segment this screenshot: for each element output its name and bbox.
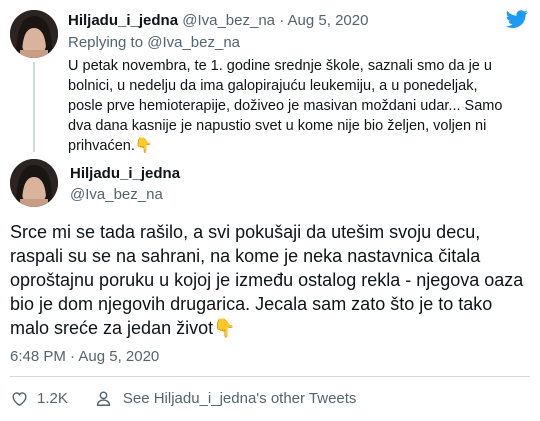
tweet-actions: 1.2K See Hiljadu_i_jedna's other Tweets — [10, 386, 356, 410]
main-tweet-text: Srce mi se tada rašilo, a svi pokušaji d… — [10, 220, 530, 341]
heart-icon — [12, 391, 27, 406]
reply-tweet-header: Hiljadu_i_jedna @Iva_bez_na · Aug 5, 202… — [68, 12, 368, 30]
replying-to-label[interactable]: Replying to @Iva_bez_na — [68, 34, 240, 52]
pointing-down-emoji: 👇 — [134, 138, 153, 154]
avatar-photo-icon — [10, 10, 58, 58]
avatar[interactable] — [10, 10, 58, 58]
reply-tweet-body: U petak novembra, te 1. godine srednje š… — [68, 58, 503, 154]
tweet-embed-card: Hiljadu_i_jedna @Iva_bez_na · Aug 5, 202… — [0, 0, 540, 421]
like-count: 1.2K — [37, 389, 68, 407]
tweet-timestamp[interactable]: 6:48 PM · Aug 5, 2020 — [10, 348, 159, 366]
twitter-bird-icon[interactable] — [506, 8, 528, 30]
person-icon — [96, 390, 111, 406]
avatar-photo-icon — [10, 159, 58, 207]
separator-dot: · — [279, 12, 285, 29]
reply-tweet-text: U petak novembra, te 1. godine srednje š… — [68, 56, 516, 156]
display-name[interactable]: Hiljadu_i_jedna — [70, 165, 180, 183]
thread-connector-line — [33, 62, 35, 152]
see-other-tweets-label: See Hiljadu_i_jedna's other Tweets — [122, 389, 357, 407]
divider — [10, 376, 530, 377]
like-button[interactable]: 1.2K — [10, 389, 68, 408]
see-other-tweets-link[interactable]: See Hiljadu_i_jedna's other Tweets — [94, 389, 357, 408]
tweet-date[interactable]: Aug 5, 2020 — [288, 12, 369, 29]
avatar[interactable] — [10, 159, 58, 207]
pointing-down-emoji: 👇 — [213, 318, 236, 339]
reply-tweet[interactable]: Hiljadu_i_jedna @Iva_bez_na · Aug 5, 202… — [0, 0, 540, 157]
display-name[interactable]: Hiljadu_i_jedna — [68, 12, 178, 29]
main-tweet-header: Hiljadu_i_jedna @Iva_bez_na — [0, 157, 540, 215]
main-tweet-body: Srce mi se tada rašilo, a svi pokušaji d… — [10, 222, 524, 338]
user-handle[interactable]: @Iva_bez_na — [70, 186, 163, 204]
user-handle[interactable]: @Iva_bez_na — [182, 12, 275, 29]
